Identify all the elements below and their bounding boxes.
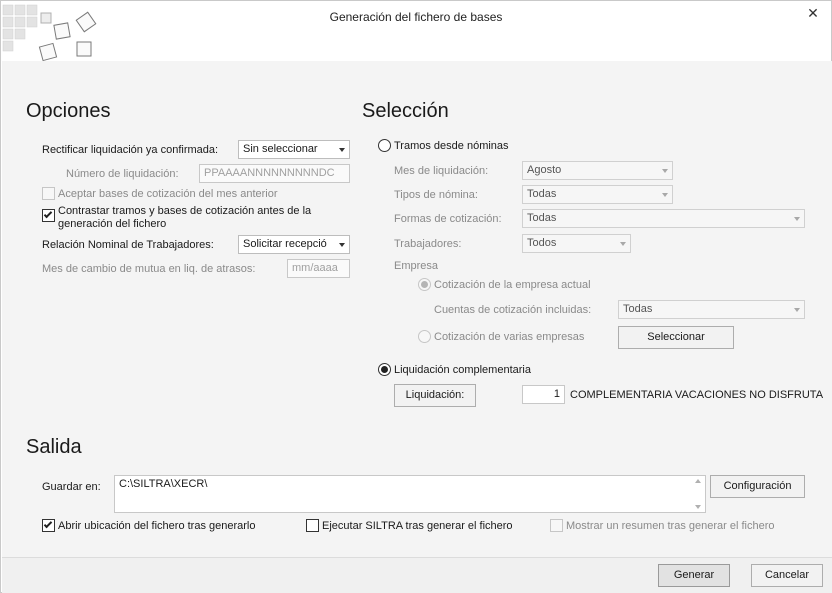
dialog-window: Generación del fichero de bases ✕ Opcion… [0,0,832,593]
rectificar-value: Sin seleccionar [243,143,318,155]
contrastar-checkbox[interactable] [42,209,55,222]
salida-heading: Salida [26,436,82,458]
opciones-heading: Opciones [26,100,111,122]
scroll-down-icon [694,505,701,509]
cot-actual-radio[interactable] [418,278,431,291]
liquidacion-number: 1 [522,385,565,404]
trabajadores-label: Trabajadores: [394,238,462,250]
chevron-down-icon [334,236,349,253]
configuracion-button[interactable]: Configuración [710,475,805,498]
scroll-up-icon [694,479,701,483]
cot-actual-label: Cotización de la empresa actual [434,279,591,291]
liq-comp-radio[interactable] [378,363,391,376]
seleccion-heading: Selección [362,100,449,122]
tipos-value: Todas [527,188,557,200]
relacion-label: Relación Nominal de Trabajadores: [42,239,214,251]
generar-button[interactable]: Generar [658,564,730,587]
numero-label: Número de liquidación: [66,168,179,180]
formas-select[interactable]: Todas [522,209,805,228]
liquidacion-button[interactable]: Liquidación: [394,384,476,407]
liq-comp-label: Liquidación complementaria [394,364,531,376]
cot-varias-radio[interactable] [418,330,431,343]
radio-dot [381,366,388,373]
tramos-radio[interactable] [378,139,391,152]
chevron-down-icon [657,162,672,179]
trabajadores-value: Todos [527,237,557,249]
contrastar-label-line2: generación del fichero [58,218,167,230]
guardar-path-value: C:\SILTRA\XECR\ [119,478,208,490]
field-scrollbar[interactable] [690,476,705,512]
guardar-path-field[interactable]: C:\SILTRA\XECR\ [114,475,706,513]
abrir-label: Abrir ubicación del fichero tras generar… [58,520,256,532]
contrastar-label-line1: Contrastar tramos y bases de cotización … [58,205,312,217]
formas-label: Formas de cotización: [394,213,502,225]
mes-liq-select[interactable]: Agosto [522,161,673,180]
cuentas-label: Cuentas de cotización incluidas: [434,304,592,316]
cot-varias-label: Cotización de varias empresas [434,331,585,343]
chevron-down-icon [334,141,349,158]
chevron-down-icon [789,301,804,318]
cuentas-value: Todas [623,303,653,315]
ejecutar-checkbox[interactable] [306,519,319,532]
check-icon [43,209,53,219]
rectificar-select[interactable]: Sin seleccionar [238,140,350,159]
aceptar-checkbox[interactable] [42,187,55,200]
numero-liquidacion-input[interactable]: PPAAAANNNNNNNNNDC [199,164,350,183]
ejecutar-label: Ejecutar SILTRA tras generar el fichero [322,520,513,532]
trabajadores-select[interactable]: Todos [522,234,631,253]
mostrar-checkbox[interactable] [550,519,563,532]
mes-liq-value: Agosto [527,164,562,176]
aceptar-label: Aceptar bases de cotización del mes ante… [58,188,278,200]
tipos-label: Tipos de nómina: [394,189,478,201]
chevron-down-icon [615,235,630,252]
empresa-label: Empresa [394,260,439,272]
relacion-value: Solicitar recepció [243,238,327,250]
mes-cambio-input[interactable]: mm/aaaa [287,259,350,278]
chevron-down-icon [789,210,804,227]
tramos-label: Tramos desde nóminas [394,140,509,152]
dialog-title: Generación del fichero de bases [329,10,503,24]
close-icon[interactable]: ✕ [805,5,821,21]
guardar-label: Guardar en: [42,481,101,493]
cuentas-select[interactable]: Todas [618,300,805,319]
mes-liq-label: Mes de liquidación: [394,165,489,177]
seleccionar-button[interactable]: Seleccionar [618,326,734,349]
formas-value: Todas [527,212,557,224]
relacion-select[interactable]: Solicitar recepció [238,235,350,254]
radio-dot [421,281,428,288]
check-icon [43,519,53,529]
rectificar-label: Rectificar liquidación ya confirmada: [42,144,219,156]
cancelar-button[interactable]: Cancelar [751,564,823,587]
tipos-select[interactable]: Todas [522,185,673,204]
abrir-checkbox[interactable] [42,519,55,532]
liquidacion-description: COMPLEMENTARIA VACACIONES NO DISFRUTA [570,389,824,401]
mostrar-label: Mostrar un resumen tras generar el fiche… [566,520,775,532]
mes-cambio-label: Mes de cambio de mutua en liq. de atraso… [42,263,256,275]
chevron-down-icon [657,186,672,203]
